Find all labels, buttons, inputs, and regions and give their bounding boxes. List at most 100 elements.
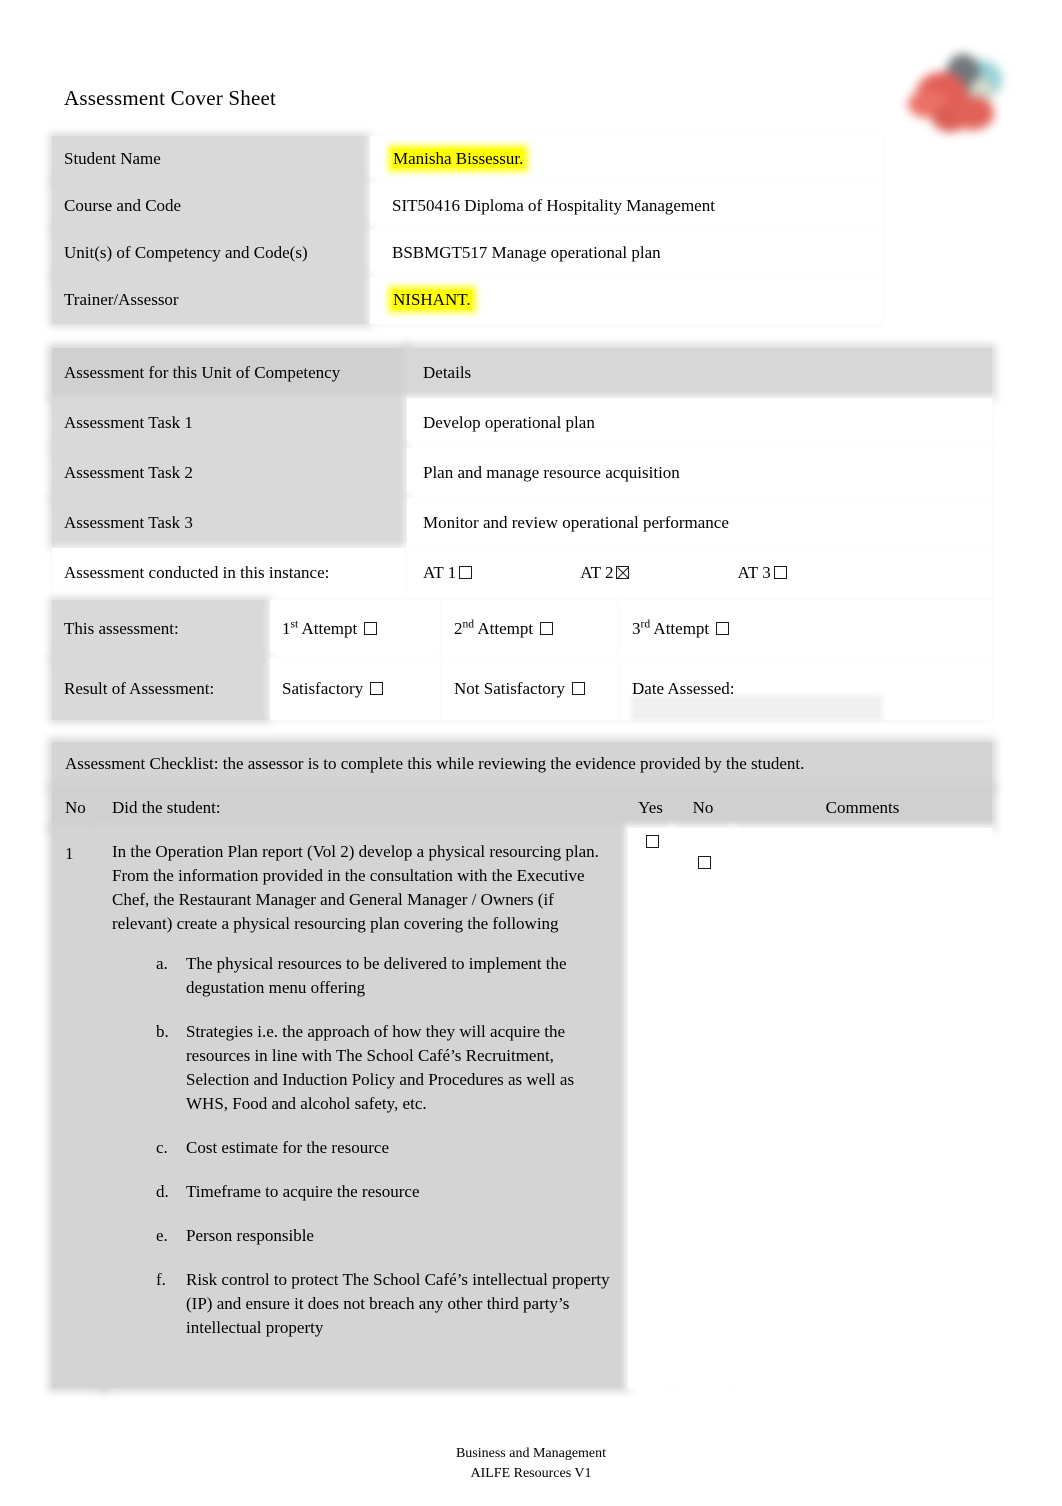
footer-line-1: Business and Management	[455, 1446, 607, 1461]
attempt-2-cell[interactable]: 2nd Attempt	[442, 600, 620, 658]
course-code-value-cell[interactable]: SIT50416 Diploma of Hospitality Manageme…	[370, 183, 882, 230]
not-satisfactory-label: Not Satisfactory	[454, 679, 570, 698]
subitem-marker-c: c.	[156, 1138, 168, 1157]
attempt-3-ordinal: 3	[632, 619, 641, 638]
course-code-label-cell: Course and Code	[52, 183, 370, 230]
date-assessed-input[interactable]	[634, 698, 880, 718]
at-2-label: AT 2	[580, 563, 614, 582]
organisation-logo-icon	[898, 44, 1008, 140]
satisfactory-checkbox[interactable]	[370, 682, 384, 695]
trainer-assessor-value: NISHANT.	[392, 290, 472, 309]
attempt-2-ordinal: 2	[454, 619, 463, 638]
task-2-detail: Plan and manage resource acquisition	[423, 463, 680, 482]
at-3-label: AT 3	[737, 563, 771, 582]
assessment-conducted-options-cell: AT 1 AT 2 AT 3	[407, 548, 992, 598]
table-header-row: Assessment for this Unit of Competency D…	[52, 348, 992, 398]
task-3-label: Assessment Task 3	[64, 513, 193, 532]
attempt-row: This assessment: 1st Attempt 2nd Attempt…	[52, 600, 992, 658]
unit-competency-value: BSBMGT517 Manage operational plan	[392, 243, 661, 262]
table-row: Assessment Task 1 Develop operational pl…	[52, 398, 992, 448]
attempt-2-label: Attempt	[474, 619, 538, 638]
tasks-header-left: Assessment for this Unit of Competency	[64, 363, 341, 382]
attempt-2-suffix: nd	[462, 617, 475, 631]
course-code-label: Course and Code	[64, 196, 182, 215]
satisfactory-label: Satisfactory	[282, 679, 368, 698]
checklist-no-cell[interactable]	[673, 828, 733, 1388]
footer-line-2: AILFE Resources V1	[470, 1466, 592, 1481]
not-satisfactory-checkbox[interactable]	[572, 682, 586, 695]
this-assessment-label-cell: This assessment:	[52, 600, 270, 658]
checklist-comments-cell[interactable]	[733, 828, 992, 1388]
attempt-3-cell[interactable]: 3rd Attempt	[620, 600, 992, 658]
trainer-assessor-label: Trainer/Assessor	[64, 290, 179, 309]
list-item: d. Timeframe to acquire the resource	[112, 1180, 618, 1204]
checklist-header-no: No	[65, 798, 86, 817]
date-assessed-cell[interactable]: Date Assessed:	[620, 658, 992, 720]
student-name-label-cell: Student Name	[52, 136, 370, 183]
attempt-3-suffix: rd	[640, 617, 651, 631]
attempt-1-label: Attempt	[298, 619, 362, 638]
task-2-label: Assessment Task 2	[64, 463, 193, 482]
checklist-row-1: 1 In the Operation Plan report (Vol 2) d…	[52, 828, 992, 1388]
result-row: Result of Assessment: Satisfactory Not S…	[52, 658, 992, 720]
unit-competency-value-cell[interactable]: BSBMGT517 Manage operational plan	[370, 230, 882, 277]
subitem-text-b: Strategies i.e. the approach of how they…	[186, 1022, 575, 1113]
attempt-3-label: Attempt	[650, 619, 714, 638]
table-row: Unit(s) of Competency and Code(s) BSBMGT…	[52, 230, 882, 277]
checklist-banner-text: Assessment Checklist: the assessor is to…	[65, 754, 805, 773]
attempt-3-checkbox[interactable]	[716, 622, 730, 635]
list-item: c. Cost estimate for the resource	[112, 1136, 618, 1160]
task-3-detail-cell: Monitor and review operational performan…	[407, 498, 992, 548]
attempt-2-checkbox[interactable]	[540, 622, 554, 635]
trainer-assessor-label-cell: Trainer/Assessor	[52, 277, 370, 324]
assessment-checklist-table: Assessment Checklist: the assessor is to…	[52, 742, 992, 1388]
subitem-text-f: Risk control to protect The School Café’…	[186, 1270, 610, 1337]
result-label-cell: Result of Assessment:	[52, 658, 270, 720]
at-1-option[interactable]: AT 1	[423, 561, 473, 585]
checklist-banner: Assessment Checklist: the assessor is to…	[52, 742, 992, 788]
checklist-header-comments: Comments	[825, 798, 900, 817]
at-1-checkbox[interactable]	[459, 566, 473, 579]
at-2-checkbox[interactable]	[616, 566, 630, 579]
this-assessment-label: This assessment:	[64, 619, 179, 638]
assessment-conducted-row: Assessment conducted in this instance: A…	[52, 548, 992, 598]
list-item: e. Person responsible	[112, 1224, 618, 1248]
table-row: Trainer/Assessor NISHANT.	[52, 277, 882, 324]
subitem-marker-a: a.	[156, 954, 168, 973]
not-satisfactory-cell[interactable]: Not Satisfactory	[442, 658, 620, 720]
attempt-1-checkbox[interactable]	[364, 622, 378, 635]
checklist-item-text: In the Operation Plan report (Vol 2) dev…	[112, 842, 599, 933]
unit-competency-label-cell: Unit(s) of Competency and Code(s)	[52, 230, 370, 277]
attempt-1-ordinal: 1	[282, 619, 291, 638]
assessment-result-table: This assessment: 1st Attempt 2nd Attempt…	[52, 600, 992, 720]
checklist-header-no-col: No	[692, 798, 714, 817]
task-1-detail: Develop operational plan	[423, 413, 595, 432]
subitem-marker-f: f.	[156, 1270, 166, 1289]
checklist-yes-checkbox[interactable]	[645, 835, 659, 848]
tasks-header-right-cell: Details	[407, 348, 992, 398]
list-item: f. Risk control to protect The School Ca…	[112, 1268, 618, 1340]
subitem-text-a: The physical resources to be delivered t…	[186, 954, 567, 997]
checklist-yes-cell[interactable]	[628, 828, 673, 1388]
task-3-label-cell: Assessment Task 3	[52, 498, 407, 548]
checklist-header-did: Did the student:	[112, 798, 221, 817]
result-of-assessment-label: Result of Assessment:	[64, 679, 215, 698]
assessment-tasks-table: Assessment for this Unit of Competency D…	[52, 348, 992, 598]
attempt-1-cell[interactable]: 1st Attempt	[270, 600, 442, 658]
list-item: b. Strategies i.e. the approach of how t…	[112, 1020, 618, 1116]
trainer-assessor-value-cell[interactable]: NISHANT.	[370, 277, 882, 324]
at-2-option[interactable]: AT 2	[580, 561, 630, 585]
student-name-value-cell[interactable]: Manisha Bissessur.	[370, 136, 882, 183]
at-3-option[interactable]: AT 3	[737, 561, 787, 585]
checklist-row-content: In the Operation Plan report (Vol 2) dev…	[104, 828, 628, 1388]
assessment-conducted-label: Assessment conducted in this instance:	[64, 563, 330, 582]
checklist-no-checkbox[interactable]	[698, 856, 711, 869]
subitem-marker-e: e.	[156, 1226, 168, 1245]
at-3-checkbox[interactable]	[773, 566, 787, 579]
subitem-marker-b: b.	[156, 1022, 169, 1041]
document-page: Assessment Cover Sheet Student Name Mani…	[0, 0, 1062, 1506]
satisfactory-cell[interactable]: Satisfactory	[270, 658, 442, 720]
unit-competency-label: Unit(s) of Competency and Code(s)	[64, 243, 308, 262]
table-row: Course and Code SIT50416 Diploma of Hosp…	[52, 183, 882, 230]
checklist-header-row: No Did the student: Yes No Comments	[52, 788, 992, 828]
